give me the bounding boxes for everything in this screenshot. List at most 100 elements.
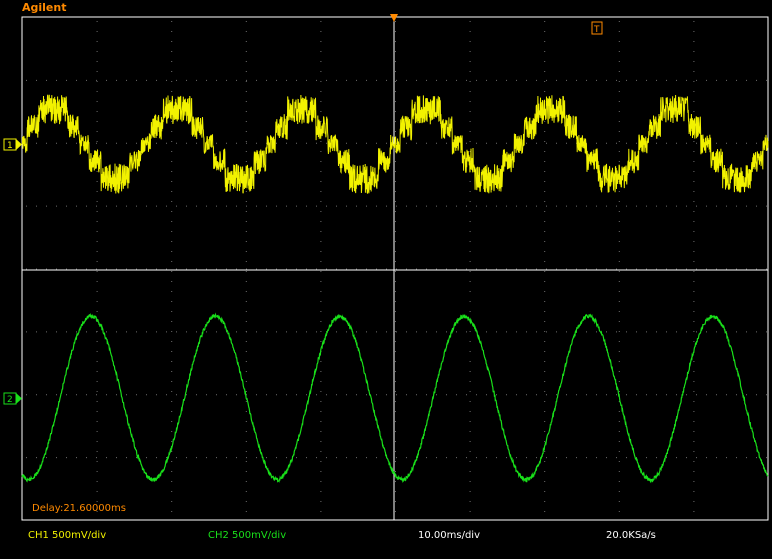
graticule-dot: [693, 451, 695, 452]
graticule-dot: [395, 341, 396, 342]
graticule-dot: [126, 79, 127, 81]
graticule-dot: [395, 171, 396, 172]
graticule-dot: [256, 457, 257, 459]
graticule-dot: [544, 311, 546, 312]
graticule-dot: [395, 371, 396, 372]
graticule-dot: [196, 205, 197, 207]
graticule-dot: [171, 191, 173, 192]
graticule-dot: [46, 79, 47, 81]
graticule-dot: [576, 394, 577, 396]
graticule-dot: [245, 161, 247, 162]
graticule-dot: [626, 268, 627, 270]
graticule-dot: [216, 268, 217, 270]
graticule-dot: [693, 171, 695, 172]
graticule-dot: [469, 511, 471, 512]
ch1-scale[interactable]: CH1 500mV/div: [28, 530, 106, 541]
graticule-dot: [166, 79, 167, 81]
graticule-dot: [320, 31, 322, 32]
graticule-dot: [176, 268, 177, 270]
graticule-dot: [136, 394, 137, 396]
graticule-dot: [276, 142, 277, 144]
graticule-dot: [171, 171, 173, 172]
graticule-dot: [544, 341, 546, 342]
graticule-dot: [245, 231, 247, 232]
graticule-dot: [296, 331, 297, 333]
graticule-dot: [736, 79, 737, 81]
graticule-dot: [320, 91, 322, 92]
graticule-dot: [166, 394, 167, 396]
graticule-dot: [171, 141, 173, 142]
graticule-dot: [636, 394, 637, 396]
graticule-dot: [171, 221, 173, 222]
graticule-dot: [171, 211, 173, 212]
graticule-dot: [756, 79, 757, 81]
graticule-dot: [596, 331, 597, 333]
graticule-dot: [366, 142, 367, 144]
graticule-dot: [46, 142, 47, 144]
graticule-dot: [546, 457, 547, 459]
graticule-dot: [395, 391, 396, 392]
graticule-dot: [469, 291, 471, 292]
graticule-dot: [316, 394, 317, 396]
graticule-dot: [336, 457, 337, 459]
graticule-dot: [66, 79, 67, 81]
graticule-dot: [716, 205, 717, 207]
ch2-scale[interactable]: CH2 500mV/div: [208, 530, 286, 541]
graticule-dot: [406, 79, 407, 81]
graticule-dot: [544, 121, 546, 122]
graticule-dot: [346, 205, 347, 207]
graticule-dot: [106, 394, 107, 396]
graticule-dot: [696, 205, 697, 207]
graticule-dot: [469, 441, 471, 442]
graticule-dot: [544, 511, 546, 512]
graticule-dot: [746, 79, 747, 81]
graticule-dot: [544, 411, 546, 412]
graticule-dot: [96, 191, 98, 192]
graticule-dot: [618, 81, 620, 82]
graticule-dot: [395, 461, 396, 462]
graticule-dot: [536, 457, 537, 459]
graticule-dot: [126, 394, 127, 396]
graticule-dot: [395, 121, 396, 122]
graticule-dot: [626, 205, 627, 207]
graticule-dot: [756, 331, 757, 333]
graticule-dot: [536, 205, 537, 207]
graticule-dot: [666, 79, 667, 81]
graticule-dot: [544, 241, 546, 242]
graticule-dot: [196, 79, 197, 81]
graticule-dot: [656, 457, 657, 459]
graticule-dot: [736, 394, 737, 396]
graticule-dot: [693, 231, 695, 232]
graticule-dot: [226, 205, 227, 207]
graticule-dot: [546, 268, 547, 270]
graticule-dot: [216, 142, 217, 144]
graticule-dot: [356, 331, 357, 333]
graticule-dot: [606, 394, 607, 396]
graticule-dot: [426, 331, 427, 333]
graticule-dot: [436, 205, 437, 207]
graticule-dot: [466, 331, 467, 333]
graticule-dot: [618, 321, 620, 322]
timebase-scale[interactable]: 10.00ms/div: [418, 530, 480, 541]
graticule-dot: [693, 391, 695, 392]
graticule-dot: [395, 71, 396, 72]
graticule-dot: [726, 394, 727, 396]
graticule-dot: [171, 291, 173, 292]
graticule-dot: [326, 268, 327, 270]
graticule-dot: [96, 441, 98, 442]
graticule-dot: [726, 79, 727, 81]
graticule-dot: [716, 142, 717, 144]
graticule-dot: [616, 331, 617, 333]
graticule-dot: [245, 481, 247, 482]
graticule-dot: [320, 21, 322, 22]
graticule-dot: [618, 241, 620, 242]
graticule-dot: [618, 271, 620, 272]
graticule-dot: [486, 394, 487, 396]
graticule-dot: [246, 142, 247, 144]
graticule-dot: [76, 268, 77, 270]
graticule-dot: [756, 394, 757, 396]
graticule-dot: [395, 31, 396, 32]
graticule-dot: [245, 21, 247, 22]
graticule-dot: [544, 21, 546, 22]
graticule-dot: [126, 331, 127, 333]
